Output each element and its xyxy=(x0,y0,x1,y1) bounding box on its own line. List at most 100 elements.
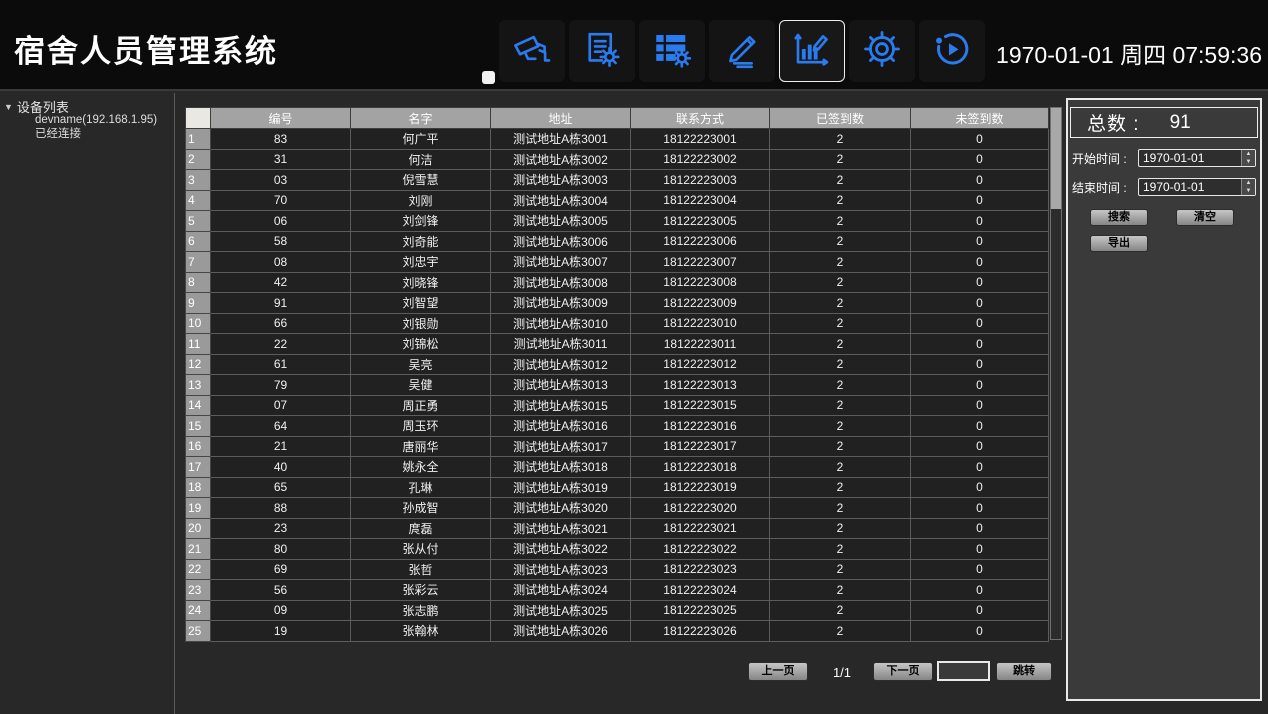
table-cell: 刘忠宇 xyxy=(351,252,491,273)
table-row[interactable]: 1865孔琳测试地址A栋30191812222301920 xyxy=(186,477,1049,498)
column-header[interactable]: 编号 xyxy=(211,108,351,129)
report-button[interactable] xyxy=(569,20,635,82)
table-cell: 18122223021 xyxy=(631,518,770,539)
prev-page-button[interactable]: 上一页 xyxy=(748,662,808,681)
table-row[interactable]: 231何洁测试地址A栋30021812222300220 xyxy=(186,149,1049,170)
jump-button[interactable]: 跳转 xyxy=(996,662,1052,681)
data-config-button[interactable] xyxy=(639,20,705,82)
search-button[interactable]: 搜索 xyxy=(1090,209,1148,226)
device-tree-item[interactable]: devname(192.168.1.95) 已经连接 xyxy=(35,114,157,141)
table-cell: 吴亮 xyxy=(351,354,491,375)
table-row[interactable]: 2519张翰林测试地址A栋30261812222302620 xyxy=(186,621,1049,642)
table-cell: 18122223010 xyxy=(631,313,770,334)
start-date-input[interactable]: 1970-01-01 ▲ ▼ xyxy=(1138,149,1256,167)
column-header[interactable]: 已签到数 xyxy=(770,108,911,129)
table-cell: 2 xyxy=(770,313,911,334)
table-row[interactable]: 1066刘银勋测试地址A栋30101812222301020 xyxy=(186,313,1049,334)
table-cell: 2 xyxy=(770,272,911,293)
table-cell: 18122223020 xyxy=(631,498,770,519)
table-scrollbar[interactable] xyxy=(1050,107,1062,640)
table-cell: 2 xyxy=(770,580,911,601)
table-row[interactable]: 1564周玉环测试地址A栋30161812222301620 xyxy=(186,416,1049,437)
table-row[interactable]: 183何广平测试地址A栋30011812222300120 xyxy=(186,129,1049,150)
table-row[interactable]: 2269张哲测试地址A栋30231812222302320 xyxy=(186,559,1049,580)
table-row[interactable]: 2409张志鹏测试地址A栋30251812222302520 xyxy=(186,600,1049,621)
start-date-spinner[interactable]: ▲ ▼ xyxy=(1241,150,1255,166)
table-row[interactable]: 2180张从付测试地址A栋30221812222302220 xyxy=(186,539,1049,560)
row-number-cell: 19 xyxy=(186,498,211,519)
table-cell: 0 xyxy=(911,436,1049,457)
playback-button[interactable] xyxy=(919,20,985,82)
table-cell: 18122223011 xyxy=(631,334,770,355)
table-cell: 测试地址A栋3022 xyxy=(491,539,631,560)
end-date-input[interactable]: 1970-01-01 ▲ ▼ xyxy=(1138,178,1256,196)
table-cell: 2 xyxy=(770,252,911,273)
export-button[interactable]: 导出 xyxy=(1090,235,1148,252)
column-header[interactable]: 地址 xyxy=(491,108,631,129)
table-body: 183何广平测试地址A栋30011812222300120231何洁测试地址A栋… xyxy=(186,129,1049,642)
row-number-cell: 25 xyxy=(186,621,211,642)
table-cell: 2 xyxy=(770,395,911,416)
table-row[interactable]: 506刘剑锋测试地址A栋30051812222300520 xyxy=(186,211,1049,232)
spin-up-icon[interactable]: ▲ xyxy=(1242,150,1255,158)
table-cell: 测试地址A栋3003 xyxy=(491,170,631,191)
table-cell: 刘刚 xyxy=(351,190,491,211)
register-button[interactable] xyxy=(709,20,775,82)
statistics-button[interactable] xyxy=(779,20,845,82)
clear-button[interactable]: 清空 xyxy=(1176,209,1234,226)
table-row[interactable]: 2023庹磊测试地址A栋30211812222302120 xyxy=(186,518,1049,539)
table-cell: 唐丽华 xyxy=(351,436,491,457)
spin-down-icon[interactable]: ▼ xyxy=(1242,187,1255,195)
column-header[interactable]: 名字 xyxy=(351,108,491,129)
row-number-cell: 18 xyxy=(186,477,211,498)
table-cell: 张彩云 xyxy=(351,580,491,601)
table-cell: 姚永全 xyxy=(351,457,491,478)
table-row[interactable]: 991刘智望测试地址A栋30091812222300920 xyxy=(186,293,1049,314)
jump-page-input[interactable] xyxy=(937,661,990,681)
spin-down-icon[interactable]: ▼ xyxy=(1242,158,1255,166)
spin-up-icon[interactable]: ▲ xyxy=(1242,179,1255,187)
table-cell: 06 xyxy=(211,211,351,232)
table-cell: 18122223016 xyxy=(631,416,770,437)
table-cell: 测试地址A栋3023 xyxy=(491,559,631,580)
table-row[interactable]: 1740姚永全测试地址A栋30181812222301820 xyxy=(186,457,1049,478)
table-row[interactable]: 1261吴亮测试地址A栋30121812222301220 xyxy=(186,354,1049,375)
table-cell: 19 xyxy=(211,621,351,642)
camera-monitor-button[interactable] xyxy=(499,20,565,82)
column-header[interactable]: 联系方式 xyxy=(631,108,770,129)
table-row[interactable]: 708刘忠宇测试地址A栋30071812222300720 xyxy=(186,252,1049,273)
settings-button[interactable] xyxy=(849,20,915,82)
table-row[interactable]: 470刘刚测试地址A栋30041812222300420 xyxy=(186,190,1049,211)
table-cell: 18122223022 xyxy=(631,539,770,560)
device-status: 已经连接 xyxy=(35,128,157,142)
table-cell: 测试地址A栋3011 xyxy=(491,334,631,355)
table-cell: 2 xyxy=(770,416,911,437)
table-cell: 测试地址A栋3017 xyxy=(491,436,631,457)
scrollbar-thumb[interactable] xyxy=(1051,108,1061,209)
table-cell: 测试地址A栋3004 xyxy=(491,190,631,211)
end-date-spinner[interactable]: ▲ ▼ xyxy=(1241,179,1255,195)
table-row[interactable]: 1621唐丽华测试地址A栋30171812222301720 xyxy=(186,436,1049,457)
table-cell: 2 xyxy=(770,436,911,457)
next-page-button[interactable]: 下一页 xyxy=(873,662,933,681)
table-cell: 2 xyxy=(770,457,911,478)
table-row[interactable]: 1407周正勇测试地址A栋30151812222301520 xyxy=(186,395,1049,416)
table-cell: 66 xyxy=(211,313,351,334)
table-row[interactable]: 1122刘锦松测试地址A栋30111812222301120 xyxy=(186,334,1049,355)
table-row[interactable]: 1379吴健测试地址A栋30131812222301320 xyxy=(186,375,1049,396)
row-number-cell: 8 xyxy=(186,272,211,293)
table-row[interactable]: 1988孙成智测试地址A栋30201812222302020 xyxy=(186,498,1049,519)
table-row[interactable]: 658刘奇能测试地址A栋30061812222300620 xyxy=(186,231,1049,252)
table-cell: 张从付 xyxy=(351,539,491,560)
table-row[interactable]: 303倪雪慧测试地址A栋30031812222300320 xyxy=(186,170,1049,191)
table-cell: 18122223005 xyxy=(631,211,770,232)
table-cell: 测试地址A栋3015 xyxy=(491,395,631,416)
column-header[interactable]: 未签到数 xyxy=(911,108,1049,129)
table-row[interactable]: 842刘晓锋测试地址A栋30081812222300820 xyxy=(186,272,1049,293)
table-cell: 刘银勋 xyxy=(351,313,491,334)
table-cell: 79 xyxy=(211,375,351,396)
table-cell: 测试地址A栋3006 xyxy=(491,231,631,252)
drag-handle-icon[interactable] xyxy=(482,71,495,84)
table-cell: 18122223012 xyxy=(631,354,770,375)
table-row[interactable]: 2356张彩云测试地址A栋30241812222302420 xyxy=(186,580,1049,601)
